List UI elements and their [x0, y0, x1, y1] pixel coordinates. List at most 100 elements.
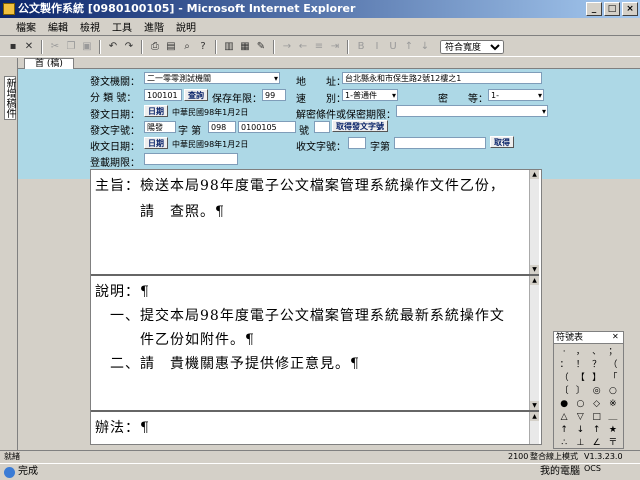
- send-no-b-input[interactable]: 0100105: [238, 121, 296, 133]
- retention-input[interactable]: 99: [262, 89, 286, 101]
- paste-icon[interactable]: ▣: [80, 40, 94, 54]
- print-icon[interactable]: ⎙: [148, 40, 162, 54]
- print-preview-icon[interactable]: ▤: [164, 40, 178, 54]
- arrow-right-icon[interactable]: →: [280, 40, 294, 54]
- symbol-cell[interactable]: ◇: [589, 398, 605, 411]
- numbered-list-icon[interactable]: ≡: [312, 40, 326, 54]
- scroll-down-icon[interactable]: ▼: [530, 401, 539, 410]
- bold-icon[interactable]: B: [354, 40, 368, 54]
- symbol-cell[interactable]: 】: [589, 372, 605, 385]
- symbol-cell[interactable]: ※: [605, 398, 621, 411]
- superscript-icon[interactable]: ↑: [402, 40, 416, 54]
- symbol-cell[interactable]: ★: [605, 424, 621, 437]
- recv-no-get-button[interactable]: 取得: [490, 136, 514, 148]
- symbol-cell[interactable]: □: [589, 411, 605, 424]
- menu-advanced[interactable]: 進階: [138, 19, 170, 34]
- secret-select[interactable]: 1-: [488, 89, 544, 101]
- symbol-cell[interactable]: ○: [572, 398, 588, 411]
- symbol-cell[interactable]: （: [556, 372, 572, 385]
- page-tab-strip: 首 (稿): [18, 58, 640, 69]
- sender-select[interactable]: 二一零零測試機關: [144, 72, 280, 84]
- recv-no-prefix-input[interactable]: [348, 137, 366, 149]
- symbol-cell[interactable]: ：: [556, 359, 572, 372]
- menu-file[interactable]: 檔案: [10, 19, 42, 34]
- symbol-cell[interactable]: ，: [572, 346, 588, 359]
- edit-icon[interactable]: ✎: [254, 40, 268, 54]
- close-button[interactable]: ×: [622, 2, 638, 16]
- explanation-section[interactable]: 說明：¶ 一、提交本局98年度電子公文檔案管理系統最新系統操作文 件乙份如附件。…: [91, 276, 539, 412]
- send-no-a-input[interactable]: 098: [208, 121, 236, 133]
- table-icon[interactable]: ▦: [238, 40, 252, 54]
- subject-section[interactable]: 主旨：檢送本局98年度電子公文檔案管理系統操作文件乙份， 請 查照。¶ ▲ ▼: [91, 170, 539, 276]
- minimize-button[interactable]: _: [586, 2, 602, 16]
- get-send-no-button[interactable]: 取得發文字號: [332, 120, 388, 132]
- send-no-prefix-input[interactable]: 陽發: [144, 121, 176, 133]
- close-doc-icon[interactable]: ✕: [22, 40, 36, 54]
- arrow-left-icon[interactable]: ←: [296, 40, 310, 54]
- symbol-cell[interactable]: ●: [556, 398, 572, 411]
- class-no-input[interactable]: 100101: [144, 89, 182, 101]
- address-input[interactable]: 台北縣永和市保生路2號12樓之1: [342, 72, 542, 84]
- speed-select[interactable]: 1-普通件: [342, 89, 398, 101]
- underline-icon[interactable]: U: [386, 40, 400, 54]
- palette-close-icon[interactable]: ✕: [612, 332, 621, 341]
- explanation-scrollbar[interactable]: ▲ ▼: [529, 276, 539, 410]
- symbol-cell[interactable]: ↑: [589, 424, 605, 437]
- recv-no-label: 收文字號：: [296, 142, 346, 153]
- italic-icon[interactable]: I: [370, 40, 384, 54]
- symbol-cell[interactable]: ◎: [589, 385, 605, 398]
- method-section[interactable]: 辦法：¶ ▲: [91, 412, 539, 444]
- symbol-cell[interactable]: ▽: [572, 411, 588, 424]
- menu-edit[interactable]: 編輯: [42, 19, 74, 34]
- subject-scrollbar[interactable]: ▲ ▼: [529, 170, 539, 274]
- send-date-button[interactable]: 日期: [144, 105, 168, 117]
- symbol-cell[interactable]: ！: [572, 359, 588, 372]
- symbol-cell[interactable]: ∠: [589, 437, 605, 450]
- copy-icon[interactable]: ❐: [64, 40, 78, 54]
- redo-icon[interactable]: ↷: [122, 40, 136, 54]
- symbol-cell[interactable]: ·: [556, 346, 572, 359]
- new-draft-tab[interactable]: 新增稿件: [4, 76, 16, 120]
- symbol-cell[interactable]: 〕: [572, 385, 588, 398]
- zoom-select[interactable]: 符合寬度: [440, 39, 504, 54]
- symbol-cell[interactable]: ↓: [572, 424, 588, 437]
- scroll-up-icon[interactable]: ▲: [530, 276, 539, 285]
- maximize-button[interactable]: □: [604, 2, 620, 16]
- save-icon[interactable]: ▪: [6, 40, 20, 54]
- recv-date-button[interactable]: 日期: [144, 137, 168, 149]
- method-scrollbar[interactable]: ▲: [529, 412, 539, 444]
- menu-tools[interactable]: 工具: [106, 19, 138, 34]
- cut-icon[interactable]: ✂: [48, 40, 62, 54]
- symbol-cell[interactable]: 「: [605, 372, 621, 385]
- symbol-cell[interactable]: ＿: [605, 411, 621, 424]
- page-tab-first[interactable]: 首 (稿): [24, 58, 74, 69]
- help-icon[interactable]: ?: [196, 40, 210, 54]
- symbol-cell[interactable]: （: [605, 359, 621, 372]
- document-icon[interactable]: ▥: [222, 40, 236, 54]
- scroll-up-icon[interactable]: ▲: [530, 170, 539, 179]
- symbol-cell[interactable]: ⊥: [572, 437, 588, 450]
- class-query-button[interactable]: 查詢: [184, 89, 208, 101]
- indent-icon[interactable]: ⇥: [328, 40, 342, 54]
- menu-view[interactable]: 檢視: [74, 19, 106, 34]
- find-icon[interactable]: ⌕: [180, 40, 194, 54]
- symbol-cell[interactable]: 〒: [605, 437, 621, 450]
- publish-input[interactable]: [144, 153, 238, 165]
- menu-help[interactable]: 說明: [170, 19, 202, 34]
- symbol-cell[interactable]: 〔: [556, 385, 572, 398]
- symbol-cell[interactable]: ；: [605, 346, 621, 359]
- symbol-cell[interactable]: △: [556, 411, 572, 424]
- scroll-up-icon[interactable]: ▲: [530, 412, 539, 421]
- send-no-extra-input[interactable]: [314, 121, 330, 133]
- undo-icon[interactable]: ↶: [106, 40, 120, 54]
- symbol-cell[interactable]: ∴: [556, 437, 572, 450]
- symbol-cell[interactable]: ↑: [556, 424, 572, 437]
- recv-no-input[interactable]: [394, 137, 486, 149]
- symbol-cell[interactable]: ○: [605, 385, 621, 398]
- declass-select[interactable]: [396, 105, 548, 117]
- symbol-cell[interactable]: 、: [589, 346, 605, 359]
- symbol-cell[interactable]: ？: [589, 359, 605, 372]
- scroll-down-icon[interactable]: ▼: [530, 265, 539, 274]
- subscript-icon[interactable]: ↓: [418, 40, 432, 54]
- symbol-cell[interactable]: 【: [572, 372, 588, 385]
